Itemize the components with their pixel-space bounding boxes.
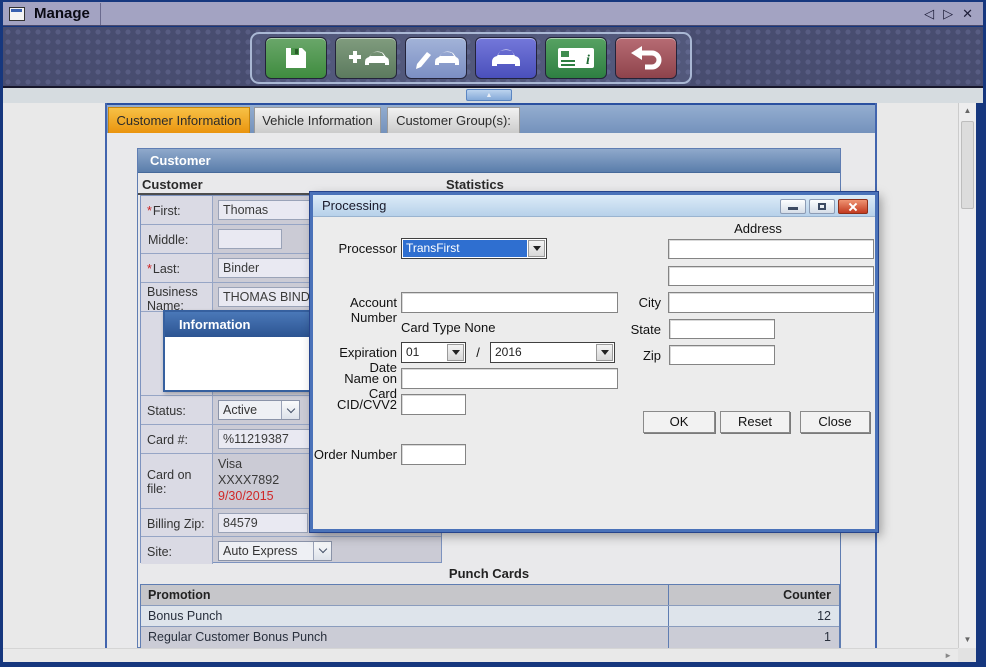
maximize-button[interactable]: [809, 199, 835, 214]
title-divider: [100, 3, 101, 25]
site-select[interactable]: Auto Express: [218, 541, 332, 561]
status-select[interactable]: Active: [218, 400, 300, 420]
processor-select[interactable]: TransFirst: [401, 238, 547, 259]
nav-forward-icon[interactable]: ▷: [943, 4, 953, 24]
close-dialog-button[interactable]: Close: [800, 411, 870, 433]
order-number-input[interactable]: [401, 444, 466, 465]
title-bar[interactable]: Manage ◁ ▷ ✕: [3, 2, 983, 26]
expiration-year-select[interactable]: 2016: [490, 342, 615, 363]
plus-car-icon: [343, 46, 389, 70]
undo-arrow-icon: [628, 45, 664, 71]
window-title: Manage: [34, 5, 90, 22]
account-number-input[interactable]: [401, 292, 618, 313]
scroll-right-icon[interactable]: ►: [944, 649, 952, 663]
maximize-icon: [818, 203, 826, 210]
toolbar-button-group: i: [250, 32, 692, 84]
toolbar: i: [3, 27, 983, 88]
address-line1-input[interactable]: [668, 239, 874, 259]
manage-window: Manage ◁ ▷ ✕: [0, 0, 986, 667]
card-type-label: Card Type None: [401, 320, 561, 335]
city-label: City: [613, 295, 661, 310]
horizontal-scrollbar[interactable]: ►: [3, 648, 958, 662]
table-row[interactable]: Bonus Punch 12: [141, 606, 839, 627]
order-number-label: Order Number: [313, 447, 397, 462]
car-icon: [489, 45, 523, 71]
nav-back-icon[interactable]: ◁: [924, 4, 934, 24]
punch-cards-header-row: Promotion Counter: [141, 585, 839, 606]
reset-button[interactable]: Reset: [720, 411, 790, 433]
cid-cvv2-label: CID/CVV2: [313, 397, 397, 412]
edit-vehicle-button[interactable]: [405, 37, 467, 79]
customer-column-label: Customer: [142, 177, 203, 192]
punch-cards-table: Promotion Counter Bonus Punch 12 Regular…: [140, 584, 840, 649]
dropdown-arrow-icon[interactable]: [528, 240, 545, 257]
minimize-button[interactable]: [780, 199, 806, 214]
expiration-separator: /: [471, 345, 485, 360]
address-line2-input[interactable]: [668, 266, 874, 286]
tab-strip: Customer Information Vehicle Information…: [107, 103, 875, 133]
info-card-icon: i: [556, 45, 596, 71]
pencil-car-icon: [413, 46, 459, 70]
punch-cards-title: Punch Cards: [138, 566, 840, 581]
processing-dialog: Processing Processor TransFirst Address …: [310, 192, 878, 532]
zip-label: Zip: [609, 348, 661, 363]
tab-vehicle-information[interactable]: Vehicle Information: [254, 107, 381, 133]
contact-card-info-button[interactable]: i: [545, 37, 607, 79]
ok-button[interactable]: OK: [643, 411, 715, 433]
collapse-arrow-icon: ▲: [486, 92, 493, 99]
collapse-strip: ▲: [3, 88, 983, 103]
scroll-down-icon[interactable]: ▼: [959, 632, 976, 648]
processor-label: Processor: [319, 241, 397, 256]
scroll-up-icon[interactable]: ▲: [959, 103, 976, 119]
app-icon: [9, 7, 25, 21]
svg-text:i: i: [586, 53, 590, 68]
minimize-icon: [788, 207, 798, 210]
billing-zip-input[interactable]: 84579: [218, 513, 308, 533]
card-expiry-date: 9/30/2015: [218, 488, 279, 504]
zip-input[interactable]: [669, 345, 775, 365]
vehicle-button[interactable]: [475, 37, 537, 79]
form-row-site: Site: Auto Express: [141, 537, 441, 564]
save-button[interactable]: [265, 37, 327, 79]
card-number-input[interactable]: %11219387: [218, 429, 316, 449]
window-close-icon[interactable]: ✕: [962, 4, 973, 24]
scrollbar-corner: [958, 648, 976, 662]
chevron-down-icon[interactable]: [313, 542, 331, 560]
card-on-file-value: Visa XXXX7892 9/30/2015: [218, 454, 279, 504]
table-row[interactable]: Regular Customer Bonus Punch 1: [141, 627, 839, 648]
statistics-column-label: Statistics: [446, 177, 504, 192]
vertical-scroll-thumb[interactable]: [961, 121, 974, 209]
dropdown-arrow-icon[interactable]: [447, 344, 464, 361]
customer-section-header: Customer: [138, 149, 840, 173]
floppy-disk-icon: [283, 45, 309, 71]
tab-customer-information[interactable]: Customer Information: [108, 107, 250, 133]
collapse-toolbar-button[interactable]: ▲: [466, 89, 512, 101]
middle-name-input[interactable]: [218, 229, 282, 249]
account-number-label: Account Number: [313, 295, 397, 325]
state-input[interactable]: [669, 319, 775, 339]
address-label: Address: [693, 221, 823, 236]
chevron-down-icon[interactable]: [281, 401, 299, 419]
state-label: State: [609, 322, 661, 337]
expiration-month-select[interactable]: 01: [401, 342, 466, 363]
close-button[interactable]: [838, 199, 868, 214]
vertical-scrollbar[interactable]: ▲ ▼: [958, 103, 976, 648]
tab-customer-groups[interactable]: Customer Group(s):: [387, 107, 520, 133]
add-vehicle-button[interactable]: [335, 37, 397, 79]
cid-cvv2-input[interactable]: [401, 394, 466, 415]
city-input[interactable]: [668, 292, 874, 313]
back-button[interactable]: [615, 37, 677, 79]
name-on-card-input[interactable]: [401, 368, 618, 389]
